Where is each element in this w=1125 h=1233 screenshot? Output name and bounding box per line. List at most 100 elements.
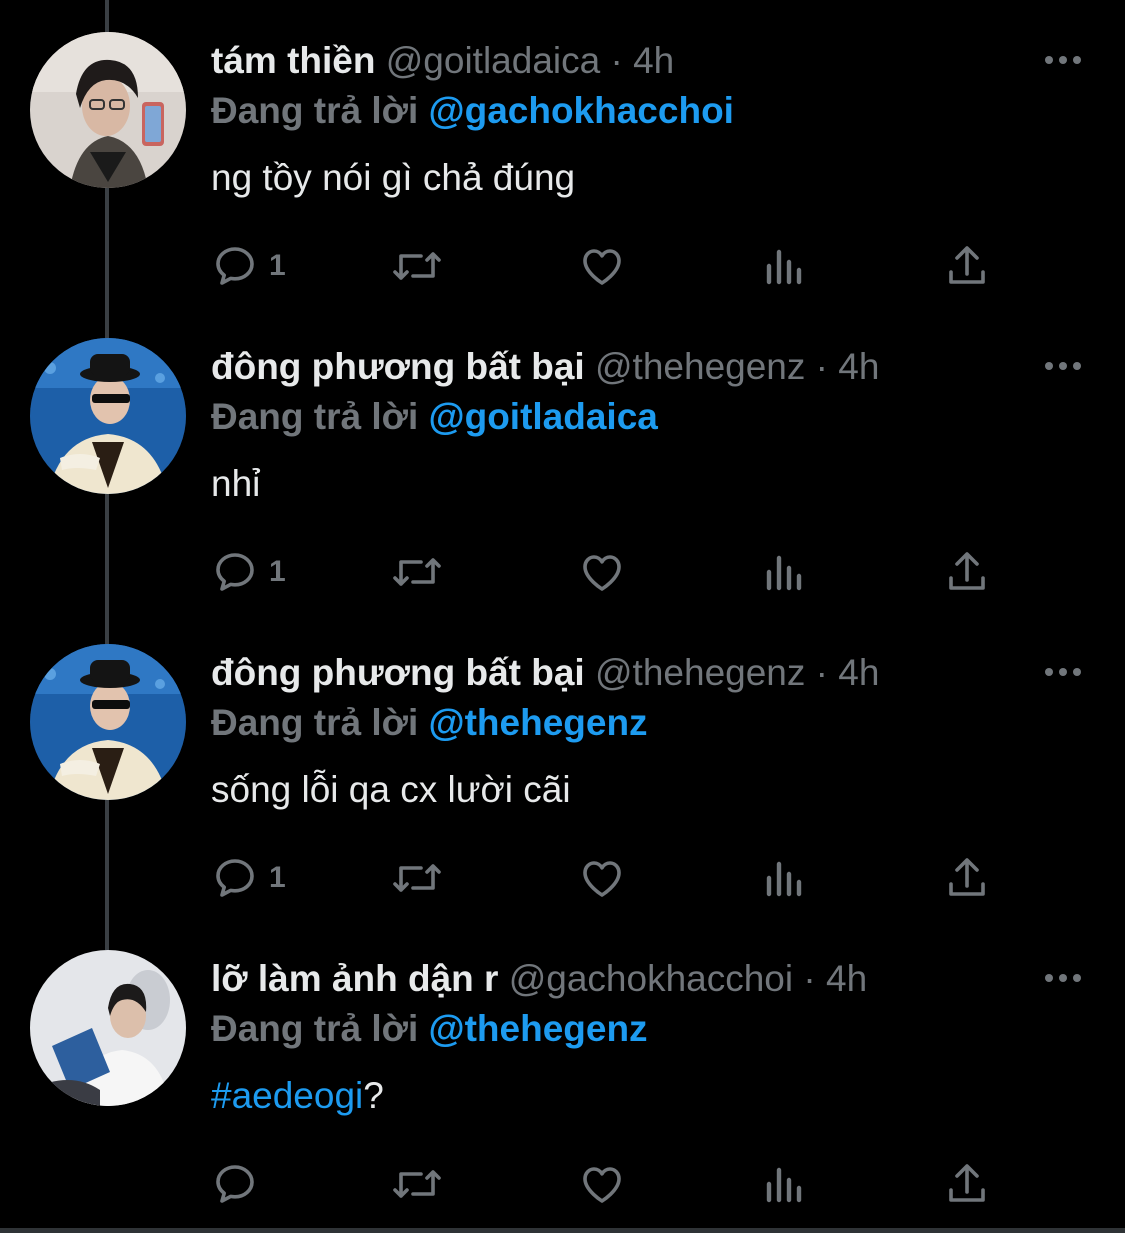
like-button[interactable] [577,850,627,906]
tweet-text-content: ng tồy nói gì chả đúng [211,157,576,198]
display-name[interactable]: lỡ làm ảnh dận r [211,958,498,999]
tweet-item[interactable]: đông phương bất bại @thehegenz · 4h Đang… [0,306,1125,612]
retweet-icon [393,558,441,586]
more-dots-icon[interactable] [1041,660,1085,684]
heart-icon [583,861,621,897]
views-button[interactable] [763,544,807,600]
avatar[interactable] [30,338,186,494]
tweet-item[interactable]: tám thiền @goitladaica · 4h Đang trả lời… [0,0,1125,306]
avatar[interactable] [30,32,186,188]
retweet-button[interactable] [389,238,445,294]
display-name[interactable]: đông phương bất bại [211,652,585,693]
timestamp[interactable]: 4h [838,652,879,693]
share-icon [949,246,985,284]
share-icon [949,552,985,590]
separator-dot: · [610,40,623,81]
like-button[interactable] [577,1156,627,1212]
share-icon [949,1164,985,1202]
action-bar [211,1156,1001,1212]
replying-to-line: Đang trả lời @thehegenz [211,1006,648,1052]
retweet-icon [393,252,441,280]
tweet-text: nhỉ [211,460,260,508]
more-dots-icon[interactable] [1041,354,1085,378]
like-button[interactable] [577,544,627,600]
user-handle[interactable]: @gachokhacchoi [509,958,793,999]
replying-to-line: Đang trả lời @thehegenz [211,700,648,746]
heart-icon [583,555,621,591]
reply-button[interactable]: 1 [211,238,286,294]
share-icon [949,858,985,896]
like-button[interactable] [577,238,627,294]
tweet-item[interactable]: lỡ làm ảnh dận r @gachokhacchoi · 4h Đan… [0,918,1125,1224]
views-button[interactable] [763,238,807,294]
display-name[interactable]: đông phương bất bại [211,346,585,387]
share-button[interactable] [943,1156,991,1212]
action-bar: 1 [211,850,1001,906]
tweet-text-content: sống lỗi qa cx lười cãi [211,769,571,810]
tweet-text: sống lỗi qa cx lười cãi [211,766,571,814]
reply-count: 1 [269,861,286,894]
display-name[interactable]: tám thiền [211,40,375,81]
views-chart-icon [766,555,802,591]
user-handle[interactable]: @goitladaica [386,40,600,81]
tweet-text: #aedeogi? [211,1072,384,1120]
user-handle[interactable]: @thehegenz [595,652,805,693]
separator-dot: · [815,652,828,693]
reply-button[interactable]: 1 [211,544,286,600]
mention-link[interactable]: @thehegenz [429,1008,648,1049]
tweet-item[interactable]: đông phương bất bại @thehegenz · 4h Đang… [0,612,1125,918]
replying-to-line: Đang trả lời @gachokhacchoi [211,88,734,134]
user-handle[interactable]: @thehegenz [595,346,805,387]
heart-icon [583,1167,621,1203]
replying-prefix: Đang trả lời [211,702,419,743]
retweet-icon [393,1170,441,1198]
reply-icon [216,859,254,897]
timestamp[interactable]: 4h [838,346,879,387]
views-button[interactable] [763,850,807,906]
retweet-button[interactable] [389,850,445,906]
replying-prefix: Đang trả lời [211,90,419,131]
reply-button[interactable]: 1 [211,850,286,906]
more-dots-icon[interactable] [1041,966,1085,990]
hashtag-link[interactable]: #aedeogi [211,1075,363,1116]
separator-dot: · [815,346,828,387]
replying-to-line: Đang trả lời @goitladaica [211,394,658,440]
tweet-header: đông phương bất bại @thehegenz · 4h [211,650,879,696]
tweet-text: ng tồy nói gì chả đúng [211,154,575,202]
bottom-divider [0,1228,1125,1233]
share-button[interactable] [943,238,991,294]
replying-prefix: Đang trả lời [211,1008,419,1049]
heart-icon [583,249,621,285]
retweet-icon [393,864,441,892]
tweet-text-content: nhỉ [211,463,261,504]
reply-icon [216,1165,254,1203]
action-bar: 1 [211,238,1001,294]
views-chart-icon [766,861,802,897]
reply-button[interactable] [211,1156,259,1212]
more-dots-icon[interactable] [1041,48,1085,72]
views-chart-icon [766,1167,802,1203]
retweet-button[interactable] [389,544,445,600]
reply-icon [216,553,254,591]
share-button[interactable] [943,850,991,906]
mention-link[interactable]: @thehegenz [429,702,648,743]
timestamp[interactable]: 4h [633,40,674,81]
mention-link[interactable]: @goitladaica [429,396,658,437]
timestamp[interactable]: 4h [826,958,867,999]
avatar[interactable] [30,644,186,800]
mention-link[interactable]: @gachokhacchoi [429,90,734,131]
tweet-header: lỡ làm ảnh dận r @gachokhacchoi · 4h [211,956,867,1002]
avatar[interactable] [30,950,186,1106]
tweet-header: tám thiền @goitladaica · 4h [211,38,674,84]
retweet-button[interactable] [389,1156,445,1212]
views-chart-icon [766,249,802,285]
views-button[interactable] [763,1156,807,1212]
replying-prefix: Đang trả lời [211,396,419,437]
separator-dot: · [803,958,816,999]
reply-count: 1 [269,555,286,588]
tweet-text-suffix: ? [363,1075,384,1116]
reply-count: 1 [269,249,286,282]
action-bar: 1 [211,544,1001,600]
reply-icon [216,247,254,285]
share-button[interactable] [943,544,991,600]
